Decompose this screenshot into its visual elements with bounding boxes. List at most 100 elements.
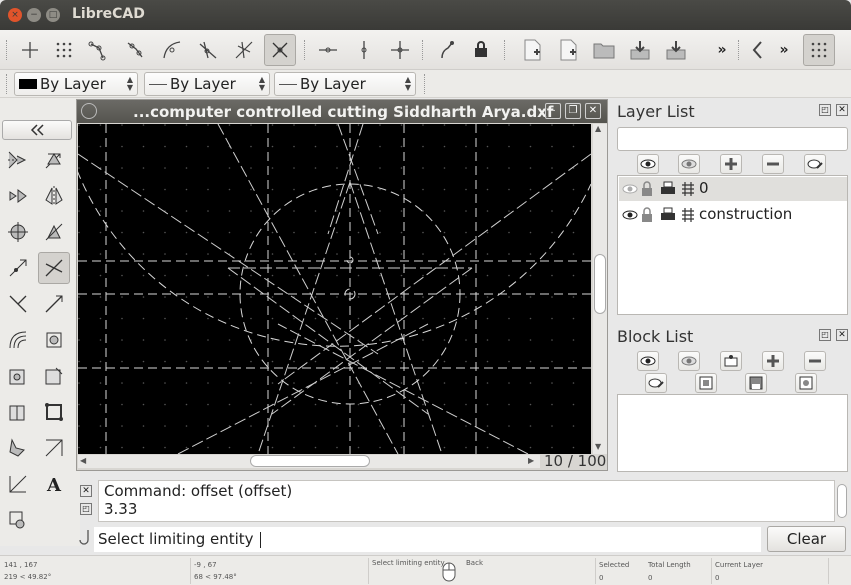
new-from-template-icon[interactable] (552, 34, 584, 66)
divide-icon[interactable] (2, 396, 34, 428)
attributes-icon[interactable] (38, 432, 70, 464)
edit-layer-icon[interactable] (804, 154, 826, 174)
toolbar-handle[interactable] (6, 74, 8, 94)
restrict-horizontal-icon[interactable] (312, 34, 344, 66)
save-as-icon[interactable] (660, 34, 692, 66)
bevel-icon[interactable] (38, 324, 70, 356)
properties-icon[interactable] (2, 432, 34, 464)
snap-grid-icon[interactable] (48, 34, 80, 66)
snap-distance-icon[interactable] (228, 34, 260, 66)
more-tools-chevron-icon[interactable]: » (768, 34, 800, 66)
move-copy-icon[interactable] (2, 144, 34, 176)
show-all-layers-icon[interactable] (637, 154, 659, 174)
text-icon[interactable]: A (38, 468, 70, 500)
vertical-scroll-thumb[interactable] (594, 254, 606, 314)
add-block-icon[interactable] (762, 351, 784, 371)
stretch-icon[interactable] (38, 360, 70, 392)
scroll-left-arrow-icon[interactable]: ◀ (80, 456, 86, 465)
layer-construction-icon[interactable] (681, 181, 695, 200)
scale-icon[interactable] (2, 180, 34, 212)
add-layer-icon[interactable] (720, 154, 742, 174)
move-rotate-icon[interactable] (2, 216, 34, 248)
command-input[interactable]: Select limiting entity (94, 527, 761, 552)
snap-middle-icon[interactable] (192, 34, 224, 66)
rotate-two-icon[interactable] (38, 216, 70, 248)
edit-block-icon[interactable] (695, 373, 717, 393)
save-icon[interactable] (624, 34, 656, 66)
minimize-window-button[interactable]: − (27, 8, 41, 22)
total-length-label: Total Length (648, 561, 691, 569)
explode-icon[interactable] (38, 396, 70, 428)
layer-visible-eye-icon[interactable] (622, 207, 638, 226)
more-tools-chevron-icon[interactable]: » (706, 34, 738, 66)
command-scrollbar[interactable] (836, 480, 848, 522)
linewidth-combo[interactable]: By Layer ▲ ▼ (274, 72, 416, 96)
document-icon[interactable] (81, 103, 97, 119)
create-block-icon[interactable] (720, 351, 742, 371)
restrict-vertical-icon[interactable] (348, 34, 380, 66)
layer-print-icon[interactable] (659, 181, 677, 200)
delete-icon[interactable] (2, 504, 34, 536)
open-folder-icon[interactable] (588, 34, 620, 66)
layer-lock-icon[interactable] (641, 207, 653, 226)
drawing-canvas[interactable] (78, 124, 591, 454)
trim-two-icon[interactable] (38, 252, 70, 284)
toolbar-handle[interactable] (6, 40, 8, 60)
grid-toggle-icon[interactable] (803, 34, 835, 66)
float-panel-icon[interactable]: ◰ (819, 104, 831, 116)
minimize-drawing-button[interactable]: – (545, 103, 561, 119)
float-command-icon[interactable]: ◰ (80, 503, 92, 515)
hide-all-layers-icon[interactable] (678, 154, 700, 174)
layer-visible-eye-icon[interactable] (622, 181, 638, 200)
scroll-up-arrow-icon[interactable]: ▲ (595, 124, 601, 133)
show-all-blocks-icon[interactable] (637, 351, 659, 371)
horizontal-scrollbar[interactable]: ◀ ▶ (78, 455, 540, 468)
lengthen-icon[interactable] (38, 288, 70, 320)
set-relative-zero-icon[interactable] (430, 34, 462, 66)
close-panel-icon[interactable]: ✕ (836, 329, 848, 341)
color-combo[interactable]: By Layer ▲ ▼ (14, 72, 138, 96)
hide-all-blocks-icon[interactable] (678, 351, 700, 371)
rotate-icon[interactable] (38, 144, 70, 176)
close-command-icon[interactable]: ✕ (80, 485, 92, 497)
mirror-icon[interactable] (38, 180, 70, 212)
close-window-button[interactable]: × (8, 8, 22, 22)
snap-intersection-icon[interactable] (264, 34, 296, 66)
remove-block-icon[interactable] (804, 351, 826, 371)
horizontal-scroll-thumb[interactable] (250, 455, 370, 467)
layer-filter-input[interactable] (617, 127, 848, 151)
snap-free-icon[interactable] (14, 34, 46, 66)
explode-text-icon[interactable] (2, 468, 34, 500)
restrict-orthogonal-icon[interactable] (384, 34, 416, 66)
close-drawing-button[interactable]: ✕ (585, 103, 601, 119)
float-panel-icon[interactable]: ◰ (819, 329, 831, 341)
back-to-main-button[interactable] (2, 120, 72, 140)
maximize-window-button[interactable]: □ (46, 8, 60, 22)
rename-block-icon[interactable] (645, 373, 667, 393)
layer-print-icon[interactable] (659, 207, 677, 226)
layer-row[interactable]: construction (619, 203, 847, 227)
round-icon[interactable] (2, 360, 34, 392)
lock-relative-zero-icon[interactable] (466, 34, 498, 66)
scroll-right-arrow-icon[interactable]: ▶ (528, 456, 534, 465)
trim-icon[interactable] (2, 288, 34, 320)
offset-icon[interactable] (2, 324, 34, 356)
layer-construction-icon[interactable] (681, 207, 695, 226)
snap-on-entity-icon[interactable] (120, 34, 152, 66)
revert-direction-icon[interactable] (2, 252, 34, 284)
snap-center-icon[interactable] (156, 34, 188, 66)
new-file-icon[interactable] (516, 34, 548, 66)
snap-endpoint-icon[interactable] (84, 34, 116, 66)
clear-command-button[interactable]: Clear (767, 526, 846, 552)
linetype-combo[interactable]: By Layer ▲ ▼ (144, 72, 270, 96)
remove-layer-icon[interactable] (762, 154, 784, 174)
layer-lock-icon[interactable] (641, 181, 653, 200)
command-scroll-thumb[interactable] (837, 484, 847, 518)
layer-row[interactable]: 0 (619, 177, 847, 201)
vertical-scrollbar[interactable]: ▲ ▼ (593, 124, 607, 454)
save-block-icon[interactable] (745, 373, 767, 393)
scroll-down-arrow-icon[interactable]: ▼ (595, 442, 601, 451)
restore-drawing-button[interactable]: ❐ (565, 103, 581, 119)
insert-block-icon[interactable] (795, 373, 817, 393)
close-panel-icon[interactable]: ✕ (836, 104, 848, 116)
